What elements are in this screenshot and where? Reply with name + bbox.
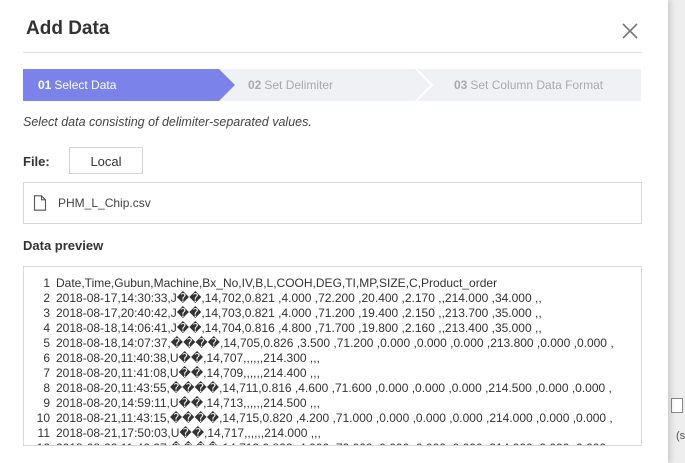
line-text: 2018-08-22,11:46:27,����,14,719,0.822 ,4… xyxy=(56,441,613,445)
step-label: Set Column Data Format xyxy=(470,78,604,92)
instruction-text: Select data consisting of delimiter-sepa… xyxy=(23,115,312,129)
line-text: 2018-08-20,11:41:08,U��,14,709,,,,,,214.… xyxy=(56,366,320,380)
tab-select-data[interactable]: 01 Select Data xyxy=(38,69,116,101)
tab-set-column-data-format[interactable]: 03 Set Column Data Format xyxy=(454,69,603,101)
document-icon xyxy=(33,195,47,211)
preview-line: 2 2018-08-17,14:30:33,J��,14,702,0.821 ,4… xyxy=(24,291,614,306)
close-icon[interactable] xyxy=(619,20,641,42)
line-number: 9 xyxy=(43,396,50,410)
file-label: File: xyxy=(23,154,50,169)
file-name: PHM_L_Chip.csv xyxy=(58,196,151,210)
line-number: 8 xyxy=(43,381,50,395)
data-preview-box[interactable]: 1 Date,Time,Gubun,Machine,Bx_No,IV,B,L,CO… xyxy=(23,266,642,446)
line-text: Date,Time,Gubun,Machine,Bx_No,IV,B,L,COO… xyxy=(56,276,498,290)
line-number: 1 xyxy=(43,276,50,290)
step-number: 01 xyxy=(38,78,52,92)
line-number: 3 xyxy=(43,306,50,320)
line-number: 12 xyxy=(24,441,56,445)
preview-line: 10 2018-08-21,11:43:15,����,14,715,0.820 … xyxy=(24,411,614,426)
line-text: 2018-08-20,11:40:38,U��,14,707,,,,,,214.… xyxy=(56,351,320,365)
preview-line: 4 2018-08-18,14:06:41,J��,14,704,0.816 ,4… xyxy=(24,321,614,336)
background-checkbox xyxy=(671,398,683,413)
line-number: 7 xyxy=(43,366,50,380)
data-preview-lines: 1 Date,Time,Gubun,Machine,Bx_No,IV,B,L,CO… xyxy=(24,276,614,445)
step-number: 02 xyxy=(248,78,262,92)
line-text: 2018-08-17,14:30:33,J��,14,702,0.821 ,4.… xyxy=(56,291,542,305)
preview-line: 1 Date,Time,Gubun,Machine,Bx_No,IV,B,L,CO… xyxy=(24,276,614,291)
line-text: 2018-08-18,14:07:37,����,14,705,0.826 ,3… xyxy=(56,336,614,350)
line-number: 6 xyxy=(43,351,50,365)
step-number: 03 xyxy=(454,78,468,92)
header-divider xyxy=(23,52,642,53)
line-text: 2018-08-20,11:43:55,����,14,711,0.816 ,4… xyxy=(56,381,612,395)
background-page: (s xyxy=(668,0,685,463)
data-preview-label: Data preview xyxy=(23,238,104,253)
tab-set-delimiter[interactable]: 02 Set Delimiter xyxy=(248,69,333,101)
line-number: 5 xyxy=(43,336,50,350)
line-number: 11 xyxy=(37,426,50,440)
line-text: 2018-08-20,14:59:11,U��,14,713,,,,,,214.… xyxy=(56,396,320,410)
add-data-dialog: Add Data 01 Select Data 02 Set Delimiter 0… xyxy=(0,0,668,463)
preview-line: 9 2018-08-20,14:59:11,U��,14,713,,,,,,214… xyxy=(24,396,614,411)
dialog-title: Add Data xyxy=(26,18,110,39)
selected-file-box: PHM_L_Chip.csv xyxy=(23,182,642,224)
preview-line: 3 2018-08-17,20:40:42,J��,14,703,0.821 ,4… xyxy=(24,306,614,321)
line-text: 2018-08-21,11:43:15,����,14,715,0.820 ,4… xyxy=(56,411,613,425)
line-text: 2018-08-21,17:50:03,U��,14,717,,,,,,214.… xyxy=(56,426,321,440)
step-label: Set Delimiter xyxy=(264,78,334,92)
line-text: 2018-08-17,20:40:42,J��,14,703,0.821 ,4.… xyxy=(56,306,542,320)
line-text: 2018-08-18,14:06:41,J��,14,704,0.816 ,4.… xyxy=(56,321,542,335)
preview-line: 5 2018-08-18,14:07:37,����,14,705,0.826 ,… xyxy=(24,336,614,351)
local-button[interactable]: Local xyxy=(69,147,143,174)
line-number: 4 xyxy=(43,321,50,335)
step-2-separator xyxy=(415,69,434,101)
preview-line: 8 2018-08-20,11:43:55,����,14,711,0.816 ,… xyxy=(24,381,614,396)
background-text: (s xyxy=(676,430,685,442)
line-number: 2 xyxy=(43,291,50,305)
preview-line: 11 2018-08-21,17:50:03,U��,14,717,,,,,,21… xyxy=(24,426,614,441)
preview-line: 6 2018-08-20,11:40:38,U��,14,707,,,,,,214… xyxy=(24,351,614,366)
step-label: Select Data xyxy=(54,78,117,92)
line-number: 10 xyxy=(36,411,50,425)
step-indicator: 01 Select Data 02 Set Delimiter 03 Set Colu… xyxy=(23,69,641,101)
preview-line: 122018-08-22,11:46:27,����,14,719,0.822 … xyxy=(24,441,614,445)
preview-line: 7 2018-08-20,11:41:08,U��,14,709,,,,,,214… xyxy=(24,366,614,381)
